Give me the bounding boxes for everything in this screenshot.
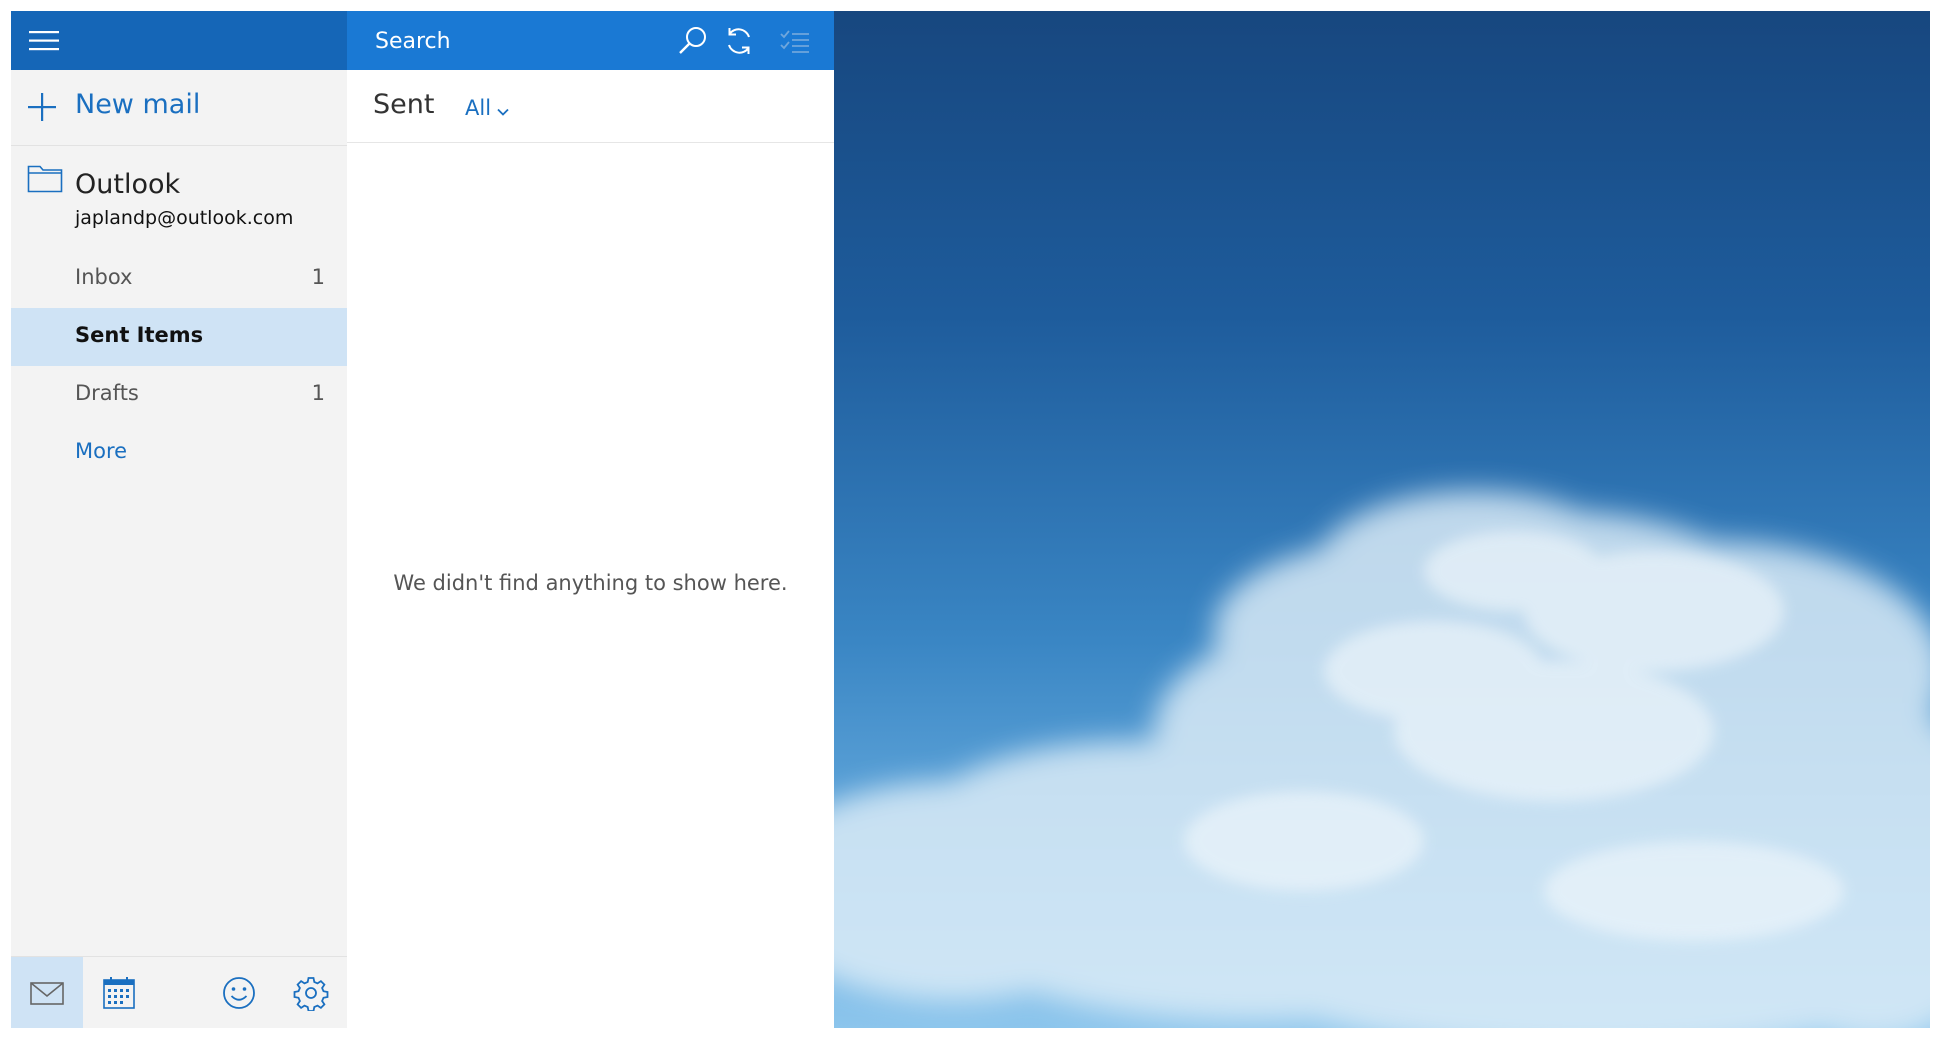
folder-label: Inbox	[75, 265, 133, 289]
nav-footer	[11, 956, 347, 1028]
gear-icon	[293, 977, 329, 1011]
search-bar	[347, 11, 834, 70]
navigation-pane: New mail Outlook japlandp@outlook.com In…	[11, 11, 347, 1028]
more-label: More	[75, 439, 128, 463]
folder-item-inbox[interactable]: Inbox 1	[11, 250, 347, 308]
hamburger-menu-icon[interactable]	[27, 27, 61, 55]
search-icon[interactable]	[677, 25, 709, 57]
filter-dropdown[interactable]: All	[465, 96, 509, 121]
calendar-switch-button[interactable]	[83, 957, 155, 1028]
more-folders-link[interactable]: More	[11, 424, 347, 482]
list-header: Sent All	[347, 70, 834, 143]
settings-button[interactable]	[275, 957, 347, 1028]
clouds-image	[834, 491, 1930, 1028]
mail-app-window: New mail Outlook japlandp@outlook.com In…	[11, 11, 1930, 1028]
folder-label: Sent Items	[75, 323, 204, 347]
draft-count: 1	[311, 381, 325, 405]
mail-icon	[30, 982, 64, 1005]
account-header[interactable]: Outlook japlandp@outlook.com	[11, 151, 347, 241]
empty-state-message: We didn't find anything to show here.	[393, 571, 788, 595]
selection-mode-icon[interactable]	[779, 25, 811, 57]
account-name: Outlook	[75, 169, 181, 200]
filter-label: All	[465, 96, 492, 120]
mail-switch-button[interactable]	[11, 957, 83, 1028]
sync-icon[interactable]	[723, 25, 755, 57]
nav-header	[11, 11, 347, 70]
folder-item-sent-items[interactable]: Sent Items	[11, 308, 347, 366]
smiley-icon	[223, 977, 255, 1009]
calendar-icon	[103, 977, 135, 1009]
plus-icon	[27, 92, 57, 122]
search-input[interactable]	[373, 24, 657, 58]
message-list-pane: Sent All We didn't find anything to show…	[347, 11, 835, 1028]
folder-label: Drafts	[75, 381, 139, 405]
folder-icon	[27, 165, 63, 193]
folder-title: Sent	[373, 89, 435, 120]
account-email: japlandp@outlook.com	[75, 207, 294, 229]
unread-count: 1	[311, 265, 325, 289]
new-mail-label: New mail	[75, 89, 201, 120]
feedback-button[interactable]	[203, 957, 275, 1028]
folder-item-drafts[interactable]: Drafts 1	[11, 366, 347, 424]
new-mail-button[interactable]: New mail	[11, 70, 347, 146]
chevron-down-icon	[497, 97, 509, 121]
reading-pane-background	[834, 11, 1930, 1028]
